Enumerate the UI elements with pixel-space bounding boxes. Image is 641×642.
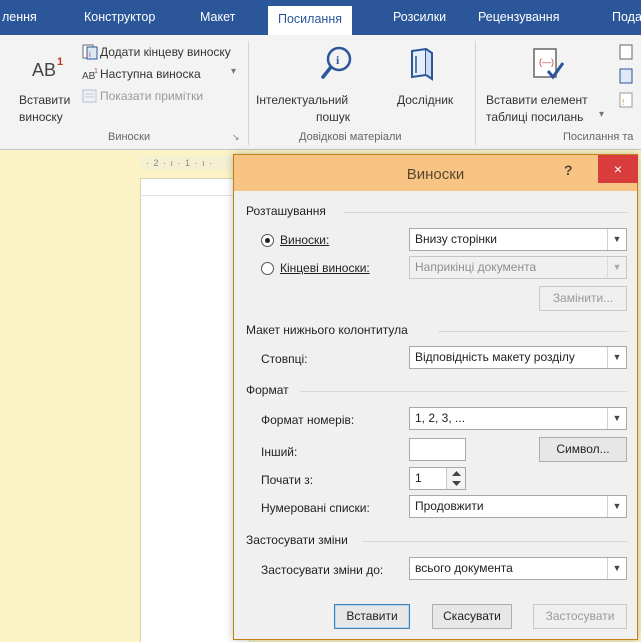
help-icon[interactable]: ? — [564, 162, 573, 178]
dialog-title: Виноски — [406, 166, 465, 183]
tab-view-more[interactable]: Пода — [612, 0, 641, 35]
section-format: Формат — [246, 383, 289, 397]
svg-text:AB: AB — [32, 60, 56, 80]
apply-to-label: Застосувати зміни до: — [261, 563, 384, 577]
show-notes-button[interactable]: Показати примітки — [100, 89, 203, 103]
chevron-down-icon[interactable]: ▼ — [607, 558, 626, 579]
dialog-title-bar[interactable]: Виноски ? × — [234, 155, 638, 191]
apply-to-value: всього документа — [415, 561, 513, 575]
numbering-value: Продовжити — [415, 499, 484, 513]
next-footnote-dropdown-icon[interactable]: ▾ — [231, 66, 236, 77]
start-at-spinner[interactable] — [446, 468, 465, 489]
footnotes-radio[interactable] — [261, 234, 274, 247]
number-format-select[interactable]: 1, 2, 3, ... ▼ — [409, 407, 627, 430]
numbering-select[interactable]: Продовжити ▼ — [409, 495, 627, 518]
show-notes-icon — [82, 88, 98, 104]
svg-text:i: i — [89, 50, 91, 59]
section-divider — [344, 212, 627, 213]
apply-to-select[interactable]: всього документа ▼ — [409, 557, 627, 580]
endnotes-label[interactable]: Кінцеві виноски: — [280, 261, 370, 275]
columns-value: Відповідність макету розділу — [415, 350, 575, 364]
ribbon-tab-bar: лення Конструктор Макет Посилання Розсил… — [0, 0, 641, 35]
tab-layout[interactable]: Макет — [200, 0, 235, 35]
cancel-button[interactable]: Скасувати — [432, 604, 512, 629]
chevron-down-icon[interactable]: ▼ — [607, 496, 626, 517]
symbol-button[interactable]: Символ... — [539, 437, 627, 462]
group-footnotes-label: Виноски — [108, 131, 151, 143]
insert-table-of-authorities-icon[interactable]: (—) — [530, 47, 566, 83]
start-at-value: 1 — [415, 471, 422, 485]
smart-lookup-label-1[interactable]: Інтелектуальний — [256, 93, 348, 107]
apply-button[interactable]: Застосувати — [533, 604, 627, 629]
section-divider — [300, 391, 627, 392]
endnotes-location-select[interactable]: Наприкінці документа ▼ — [409, 256, 627, 279]
insert-button[interactable]: Вставити — [334, 604, 410, 629]
next-footnote-icon: AB 1 — [82, 66, 98, 82]
radio-selected-dot — [265, 238, 270, 243]
group-research-label: Довідкові матеріали — [299, 131, 402, 143]
footnotes-location-value: Внизу сторінки — [415, 232, 497, 246]
endnotes-location-value: Наприкінці документа — [415, 260, 537, 274]
tab-design[interactable]: Конструктор — [84, 0, 155, 35]
section-footnote-layout: Макет нижнього колонтитула — [246, 323, 408, 337]
section-apply-changes: Застосувати зміни — [246, 533, 348, 547]
insert-toa-dropdown-icon[interactable]: ▾ — [599, 109, 604, 120]
group-authorities-label: Посилання та — [563, 131, 634, 143]
tab-references[interactable]: Посилання — [268, 6, 352, 35]
group-separator — [248, 41, 249, 145]
svg-text:i: i — [336, 53, 340, 67]
chevron-down-icon[interactable]: ▼ — [607, 408, 626, 429]
insert-footnote-label-1[interactable]: Вставити — [19, 93, 70, 107]
insert-footnote-icon[interactable]: AB 1 — [30, 52, 70, 82]
researcher-icon[interactable] — [406, 47, 436, 81]
smart-lookup-label-2[interactable]: пошук — [316, 110, 350, 124]
tab-mailings[interactable]: Розсилки — [393, 0, 446, 35]
endnotes-radio[interactable] — [261, 262, 274, 275]
number-format-value: 1, 2, 3, ... — [415, 411, 466, 425]
footnotes-label[interactable]: Виноски: — [280, 233, 329, 247]
footnotes-dialog-launcher-icon[interactable]: ↘ — [232, 132, 240, 143]
section-divider — [438, 331, 627, 332]
tab-review[interactable]: Рецензування — [478, 0, 559, 35]
insert-toa-label-1[interactable]: Вставити елемент — [486, 93, 588, 107]
columns-select[interactable]: Відповідність макету розділу ▼ — [409, 346, 627, 369]
chevron-down-icon[interactable]: ▼ — [607, 257, 626, 278]
svg-text:1: 1 — [57, 56, 63, 68]
numbering-label: Нумеровані списки: — [261, 501, 370, 515]
number-format-label: Формат номерів: — [261, 413, 355, 427]
columns-label: Стовпці: — [261, 352, 308, 366]
authorities-extra-icons: ! — [617, 43, 637, 123]
svg-text:1: 1 — [94, 68, 98, 75]
add-endnote-button[interactable]: Додати кінцеву виноску — [100, 45, 231, 59]
custom-mark-input[interactable] — [409, 438, 466, 461]
close-button[interactable]: × — [598, 155, 638, 183]
next-footnote-button[interactable]: Наступна виноска — [100, 67, 201, 81]
insert-footnote-label-2[interactable]: виноску — [19, 110, 63, 124]
chevron-down-icon[interactable]: ▼ — [607, 347, 626, 368]
custom-mark-label: Інший: — [261, 445, 298, 459]
footnotes-dialog: Виноски ? × Розташування Виноски: Внизу … — [233, 154, 638, 640]
smart-lookup-icon[interactable]: i — [320, 45, 354, 83]
tab-view[interactable]: лення — [2, 0, 37, 35]
group-separator — [475, 41, 476, 145]
add-endnote-icon: i — [82, 44, 98, 60]
convert-button[interactable]: Замінити... — [539, 286, 627, 311]
section-divider — [362, 541, 627, 542]
researcher-label[interactable]: Дослідник — [397, 93, 453, 107]
svg-text:(—): (—) — [539, 57, 554, 67]
footnotes-location-select[interactable]: Внизу сторінки ▼ — [409, 228, 627, 251]
start-at-label: Почати з: — [261, 473, 314, 487]
section-location: Розташування — [246, 204, 326, 218]
ribbon-panel: AB 1 Вставити виноску i Додати кінцеву в… — [0, 35, 641, 150]
svg-text:!: ! — [622, 98, 624, 107]
chevron-down-icon[interactable]: ▼ — [607, 229, 626, 250]
insert-toa-label-2[interactable]: таблиці посилань — [486, 110, 583, 124]
